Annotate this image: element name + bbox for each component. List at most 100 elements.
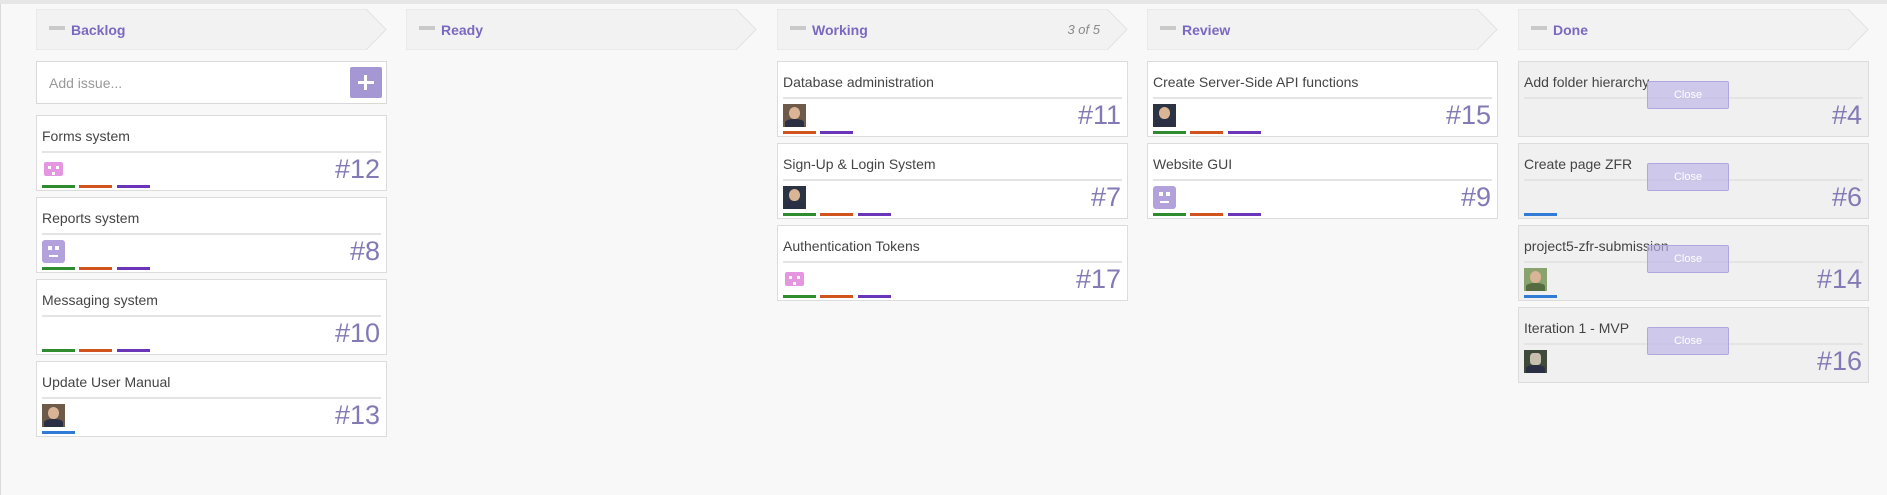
issue-title[interactable]: Sign-Up & Login System bbox=[783, 156, 936, 172]
issue-title[interactable]: Website GUI bbox=[1153, 156, 1232, 172]
label-bar-orange bbox=[79, 185, 112, 188]
label-bar-orange bbox=[820, 295, 853, 298]
issue-title[interactable]: Database administration bbox=[783, 74, 934, 90]
photo-avatar-icon bbox=[1153, 104, 1176, 127]
label-bar-blue bbox=[1524, 295, 1557, 298]
column-header-done[interactable]: Done bbox=[1518, 9, 1869, 50]
collapse-dash-icon[interactable] bbox=[419, 26, 435, 30]
collapse-dash-icon[interactable] bbox=[790, 26, 806, 30]
column-done: Done Add folder hierarchy #4 Close Creat… bbox=[1518, 9, 1869, 383]
column-header-working[interactable]: Working 3 of 5 bbox=[777, 9, 1128, 50]
add-issue-plus-button[interactable] bbox=[350, 67, 382, 98]
column-header-backlog[interactable]: Backlog bbox=[36, 9, 387, 50]
issue-number[interactable]: #8 bbox=[350, 236, 380, 267]
issue-title[interactable]: Iteration 1 - MVP bbox=[1524, 320, 1629, 336]
issue-card[interactable]: Create Server-Side API functions #15 bbox=[1147, 61, 1498, 137]
label-bar-orange bbox=[79, 349, 112, 352]
collapse-dash-icon[interactable] bbox=[49, 26, 65, 30]
issue-card[interactable]: Sign-Up & Login System #7 bbox=[777, 143, 1128, 219]
issue-card[interactable]: Authentication Tokens #17 bbox=[777, 225, 1128, 301]
label-bar-purple bbox=[117, 349, 150, 352]
card-divider bbox=[783, 97, 1122, 99]
label-bar-green bbox=[42, 185, 75, 188]
issue-number[interactable]: #9 bbox=[1461, 182, 1491, 213]
photo-avatar-icon bbox=[1524, 268, 1547, 291]
column-header-review[interactable]: Review bbox=[1147, 9, 1498, 50]
issue-card[interactable]: Update User Manual #13 bbox=[36, 361, 387, 437]
issue-number[interactable]: #12 bbox=[335, 154, 380, 185]
issue-title[interactable]: Forms system bbox=[42, 128, 130, 144]
issue-number[interactable]: #7 bbox=[1091, 182, 1121, 213]
card-divider bbox=[783, 179, 1122, 181]
photo-avatar-icon bbox=[783, 186, 806, 209]
issue-number[interactable]: #4 bbox=[1832, 100, 1862, 131]
collapse-dash-icon[interactable] bbox=[1531, 26, 1547, 30]
label-bar-purple bbox=[858, 213, 891, 216]
issue-card[interactable]: Iteration 1 - MVP #16 Close bbox=[1518, 307, 1869, 383]
label-bar-orange bbox=[820, 213, 853, 216]
column-ready: Ready bbox=[406, 9, 757, 50]
label-bar-orange bbox=[79, 267, 112, 270]
close-issue-button[interactable]: Close bbox=[1647, 327, 1729, 355]
add-issue-form: Add issue... bbox=[36, 61, 387, 104]
close-issue-button[interactable]: Close bbox=[1647, 163, 1729, 191]
issue-title[interactable]: Update User Manual bbox=[42, 374, 170, 390]
label-bar-purple bbox=[820, 131, 853, 134]
issue-number[interactable]: #16 bbox=[1817, 346, 1862, 377]
label-bar-purple bbox=[1228, 213, 1261, 216]
issue-number[interactable]: #13 bbox=[335, 400, 380, 431]
column-title: Done bbox=[1553, 22, 1588, 38]
label-bar-blue bbox=[42, 431, 75, 434]
issue-card[interactable]: Create page ZFR #6 Close bbox=[1518, 143, 1869, 219]
issue-title[interactable]: Create page ZFR bbox=[1524, 156, 1632, 172]
photo-avatar-icon bbox=[42, 404, 65, 427]
label-bar-green bbox=[42, 349, 75, 352]
card-divider bbox=[42, 233, 381, 235]
label-bar-green bbox=[42, 267, 75, 270]
column-review: Review Create Server-Side API functions … bbox=[1147, 9, 1498, 219]
issue-card[interactable]: Add folder hierarchy #4 Close bbox=[1518, 61, 1869, 137]
issue-number[interactable]: #6 bbox=[1832, 182, 1862, 213]
top-border bbox=[0, 0, 1887, 4]
purple-pixel-avatar-icon bbox=[42, 240, 65, 263]
issue-number[interactable]: #11 bbox=[1078, 100, 1121, 131]
column-backlog: Backlog Add issue... Forms system #12 Re… bbox=[36, 9, 387, 437]
label-bar-green bbox=[783, 295, 816, 298]
add-issue-input[interactable]: Add issue... bbox=[49, 75, 122, 91]
issue-card[interactable]: Reports system #8 bbox=[36, 197, 387, 273]
issue-card[interactable]: Forms system #12 bbox=[36, 115, 387, 191]
card-divider bbox=[42, 315, 381, 317]
column-title: Review bbox=[1182, 22, 1231, 38]
issue-title[interactable]: Authentication Tokens bbox=[783, 238, 920, 254]
issue-title[interactable]: Messaging system bbox=[42, 292, 158, 308]
issue-title[interactable]: Reports system bbox=[42, 210, 139, 226]
collapse-dash-icon[interactable] bbox=[1160, 26, 1176, 30]
label-bar-blue bbox=[1524, 213, 1557, 216]
card-divider bbox=[42, 151, 381, 153]
label-bar-green bbox=[1153, 131, 1186, 134]
issue-number[interactable]: #17 bbox=[1076, 264, 1121, 295]
issue-number[interactable]: #15 bbox=[1446, 100, 1491, 131]
column-title: Backlog bbox=[71, 22, 126, 38]
issue-number[interactable]: #14 bbox=[1817, 264, 1862, 295]
label-bar-purple bbox=[1228, 131, 1261, 134]
pink-pixel-avatar-icon bbox=[783, 268, 806, 291]
issue-number[interactable]: #10 bbox=[335, 318, 380, 349]
pink-pixel-avatar-icon bbox=[42, 158, 65, 181]
label-bar-green bbox=[783, 213, 816, 216]
column-header-ready[interactable]: Ready bbox=[406, 9, 757, 50]
close-issue-button[interactable]: Close bbox=[1647, 245, 1729, 273]
photo-avatar-icon bbox=[1524, 350, 1547, 373]
left-rule bbox=[0, 4, 1, 495]
close-issue-button[interactable]: Close bbox=[1647, 81, 1729, 109]
issue-title[interactable]: Create Server-Side API functions bbox=[1153, 74, 1358, 90]
issue-title[interactable]: Add folder hierarchy bbox=[1524, 74, 1649, 90]
issue-card[interactable]: Messaging system #10 bbox=[36, 279, 387, 355]
column-title: Ready bbox=[441, 22, 484, 38]
issue-card[interactable]: project5-zfr-submission #14 Close bbox=[1518, 225, 1869, 301]
column-working: Working 3 of 5 Database administration #… bbox=[777, 9, 1128, 301]
issue-card[interactable]: Website GUI #9 bbox=[1147, 143, 1498, 219]
issue-card[interactable]: Database administration #11 bbox=[777, 61, 1128, 137]
card-divider bbox=[783, 261, 1122, 263]
label-bar-green bbox=[1153, 213, 1186, 216]
